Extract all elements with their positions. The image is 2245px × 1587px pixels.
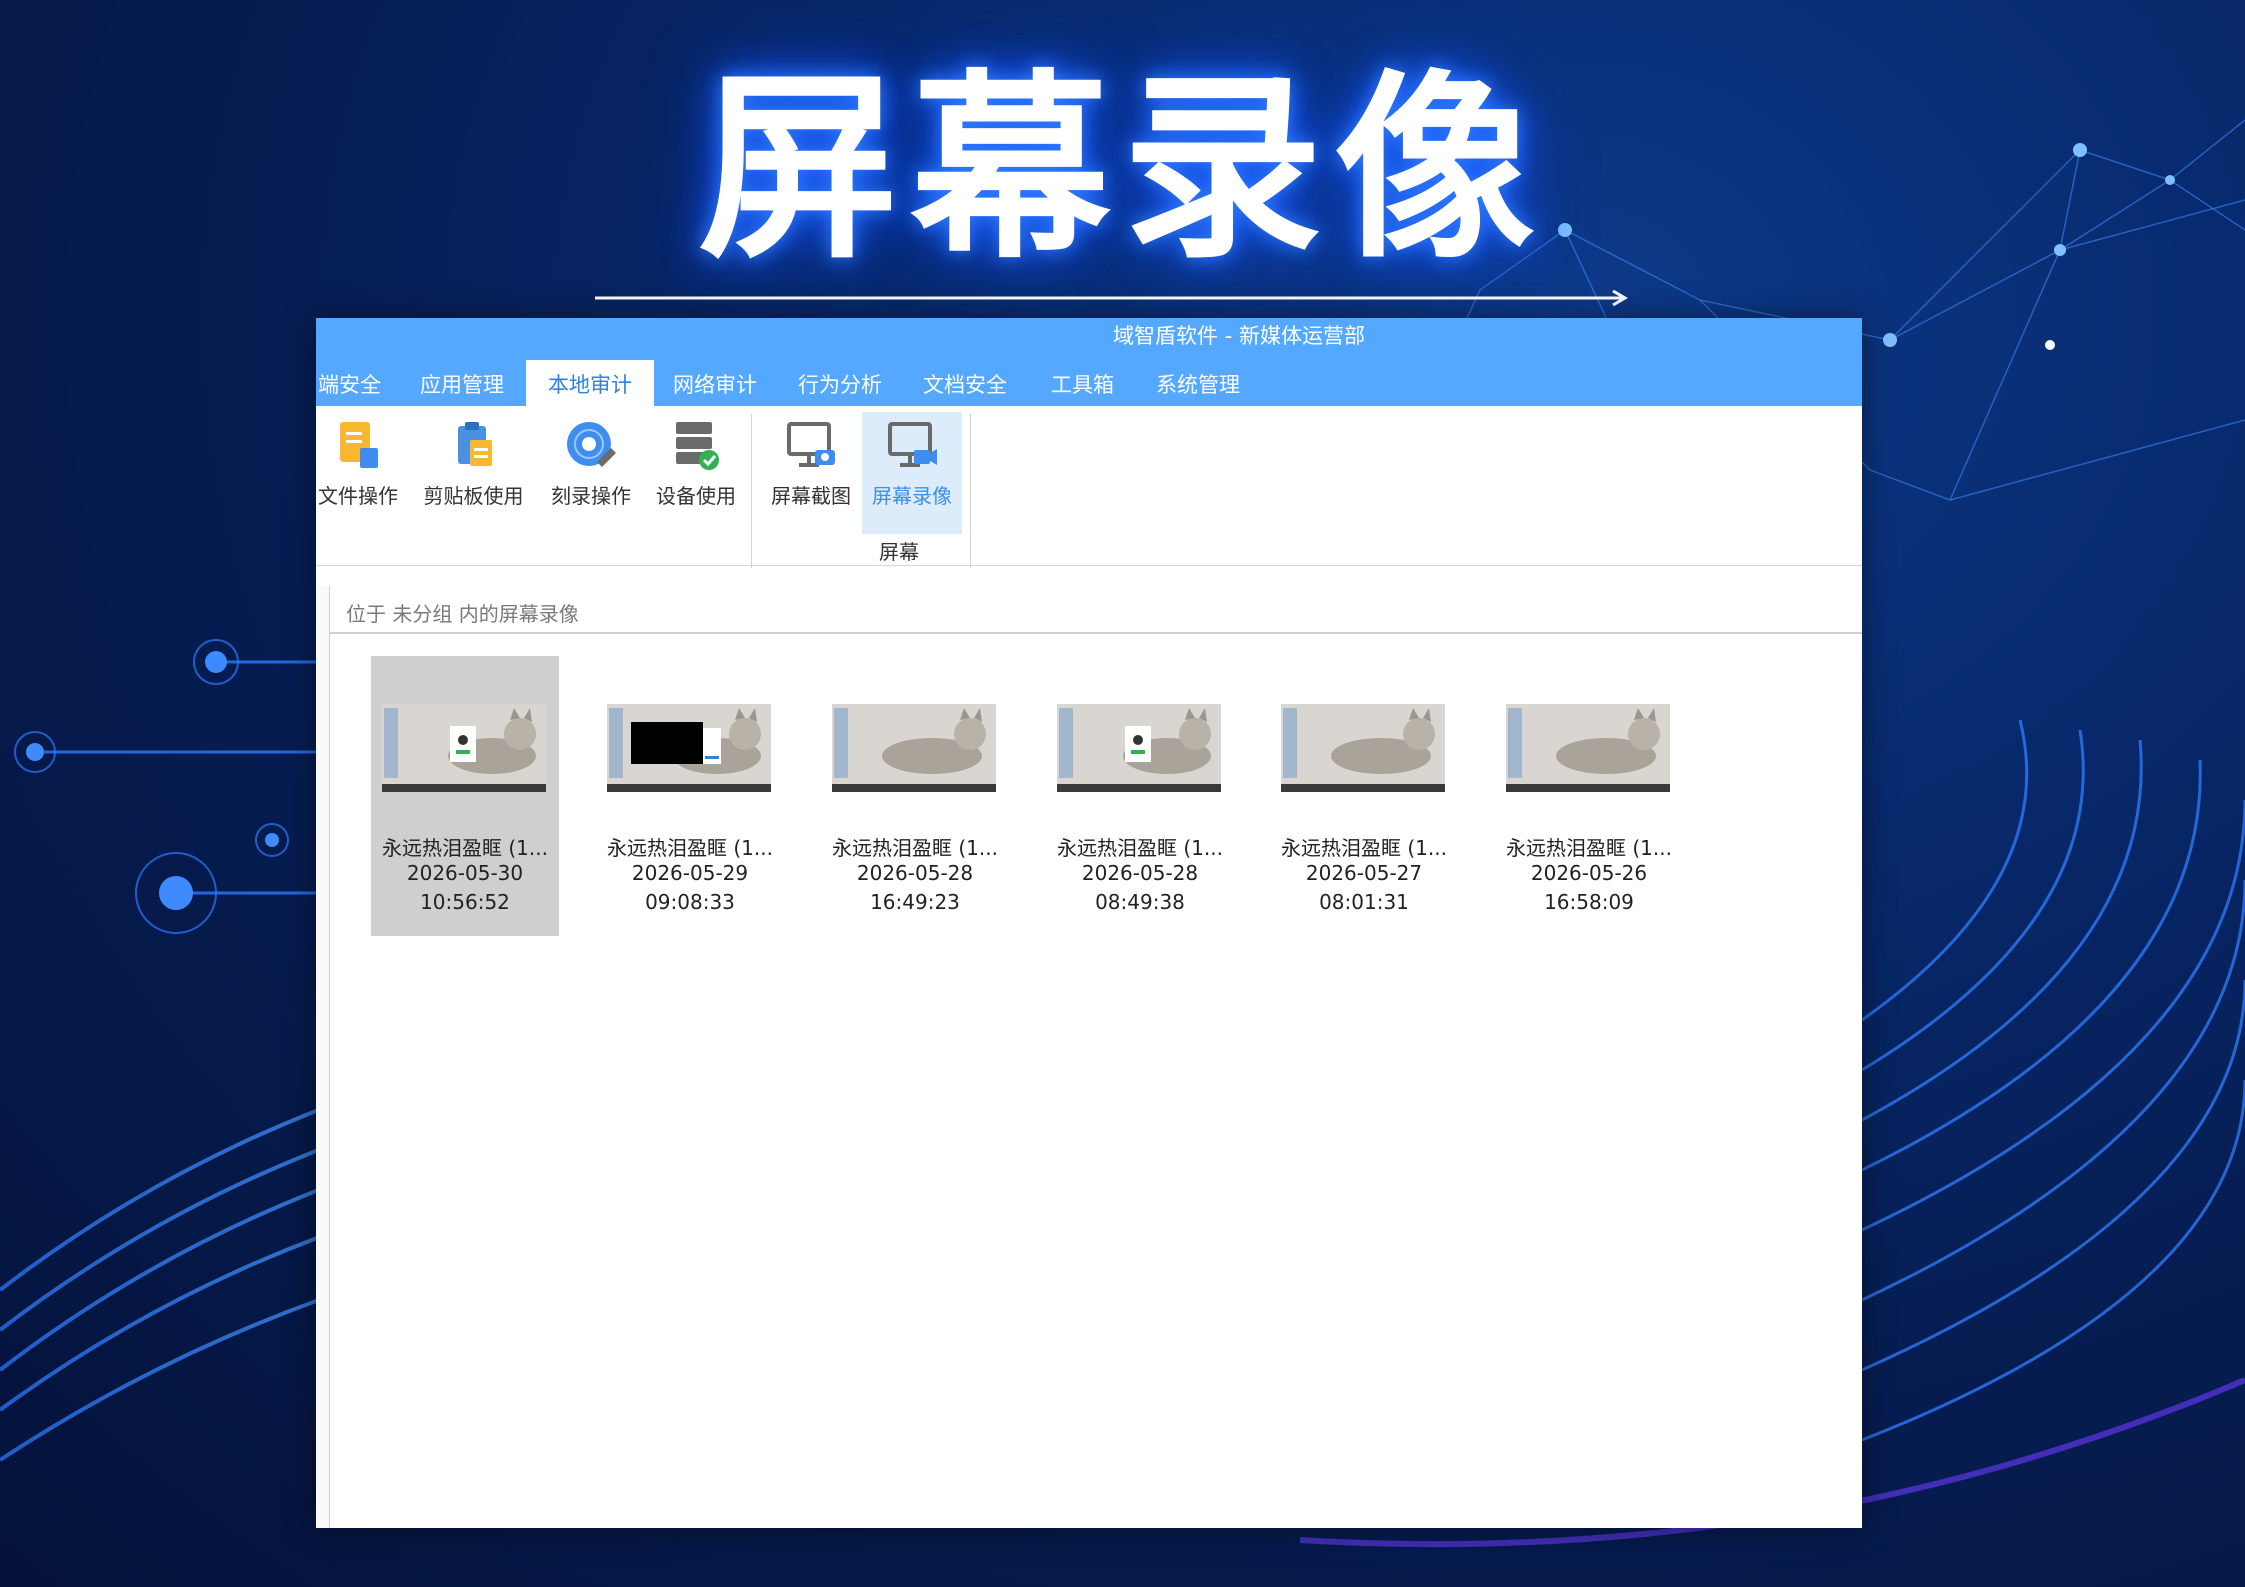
recording-time: 10:56:52 [420, 890, 510, 914]
screenshot-icon [787, 422, 835, 467]
recording-date: 2026-05-28 [856, 861, 974, 885]
recording-time: 16:58:09 [1544, 890, 1634, 914]
recording-thumbnail [832, 704, 996, 792]
recording-thumbnail [382, 704, 546, 792]
tab-behavior-analysis[interactable]: 行为分析 [776, 360, 904, 406]
hero-arrow-icon [595, 290, 1628, 306]
file-operation-icon [340, 422, 378, 468]
tab-toolbox[interactable]: 工具箱 [1029, 360, 1136, 406]
breadcrumb-text: 位于 未分组 内的屏幕录像 [346, 602, 579, 626]
file-operation-button[interactable]: 文件操作 [316, 412, 408, 534]
recording-name: 永远热泪盈眶 (1... [1057, 836, 1223, 860]
clipboard-label: 剪贴板使用 [423, 484, 524, 508]
recording-item[interactable]: 永远热泪盈眶 (1... 2026-05-28 08:49:38 [1046, 656, 1234, 936]
menu-bar: 端安全 应用管理 本地审计 网络审计 行为分析 文档安全 工具箱 系统管理 [316, 360, 1862, 406]
app-window: 域智盾软件 - 新媒体运营部 端安全 应用管理 本地审计 网络审计 行为分析 文… [316, 318, 1862, 1528]
tab-local-audit[interactable]: 本地审计 [526, 360, 654, 406]
recording-name: 永远热泪盈眶 (1... [607, 836, 773, 860]
recording-date: 2026-05-27 [1305, 861, 1423, 885]
ribbon-toolbar: 文件操作 剪贴板使用 刻录操作 设备使用 屏幕截图 屏幕录像 屏幕 [316, 406, 1862, 568]
tab-app-management[interactable]: 应用管理 [398, 360, 526, 406]
disc-burn-label: 刻录操作 [551, 484, 631, 508]
device-usage-label: 设备使用 [656, 484, 736, 508]
device-usage-button[interactable]: 设备使用 [646, 412, 746, 534]
hero-title: 屏幕录像 [698, 53, 1547, 286]
recording-name: 永远热泪盈眶 (1... [832, 836, 998, 860]
recording-item[interactable]: 永远热泪盈眶 (1... 2026-05-29 09:08:33 [596, 656, 784, 936]
recording-list: 永远热泪盈眶 (1... 2026-05-30 10:56:52 永远热泪盈眶 … [330, 636, 1862, 1528]
recording-time: 16:49:23 [870, 890, 960, 914]
recording-item[interactable]: 永远热泪盈眶 (1... 2026-05-30 10:56:52 [371, 656, 559, 936]
tab-network-audit[interactable]: 网络审计 [651, 360, 779, 406]
recording-time: 09:08:33 [645, 890, 735, 914]
screen-record-button[interactable]: 屏幕录像 [862, 412, 962, 534]
ribbon-group-label: 屏幕 [879, 540, 919, 564]
recording-date: 2026-05-28 [1081, 861, 1199, 885]
tab-system-management[interactable]: 系统管理 [1134, 360, 1262, 406]
recording-thumbnail [1057, 704, 1221, 792]
screen-record-icon [888, 422, 937, 467]
disc-burn-icon [567, 422, 616, 467]
tab-document-security[interactable]: 文档安全 [901, 360, 1029, 406]
recording-thumbnail [607, 704, 771, 792]
screen-record-label: 屏幕录像 [872, 484, 952, 508]
recording-time: 08:49:38 [1095, 890, 1185, 914]
disc-burn-button[interactable]: 刻录操作 [541, 412, 641, 534]
recording-thumbnail [1506, 704, 1670, 792]
recording-date: 2026-05-26 [1530, 861, 1648, 885]
breadcrumb: 位于 未分组 内的屏幕录像 [330, 586, 1862, 634]
left-panel-edge[interactable] [316, 586, 330, 1528]
recording-item[interactable]: 永远热泪盈眶 (1... 2026-05-28 16:49:23 [821, 656, 1009, 936]
ribbon-separator [970, 414, 971, 568]
tab-endpoint-security[interactable]: 端安全 [316, 360, 403, 406]
recording-name: 永远热泪盈眶 (1... [1506, 836, 1672, 860]
device-usage-icon [676, 422, 719, 470]
screenshot-button[interactable]: 屏幕截图 [761, 412, 861, 534]
recording-date: 2026-05-30 [406, 861, 524, 885]
recording-item[interactable]: 永远热泪盈眶 (1... 2026-05-26 16:58:09 [1495, 656, 1683, 936]
file-operation-label: 文件操作 [318, 484, 398, 508]
clipboard-button[interactable]: 剪贴板使用 [416, 412, 531, 534]
recording-name: 永远热泪盈眶 (1... [1281, 836, 1447, 860]
recording-thumbnail [1281, 704, 1445, 792]
ribbon-separator [751, 414, 752, 568]
screenshot-label: 屏幕截图 [771, 484, 851, 508]
recording-name: 永远热泪盈眶 (1... [382, 836, 548, 860]
recording-item[interactable]: 永远热泪盈眶 (1... 2026-05-27 08:01:31 [1270, 656, 1458, 936]
clipboard-icon [457, 422, 492, 466]
recording-date: 2026-05-29 [631, 861, 749, 885]
recording-time: 08:01:31 [1319, 890, 1409, 914]
